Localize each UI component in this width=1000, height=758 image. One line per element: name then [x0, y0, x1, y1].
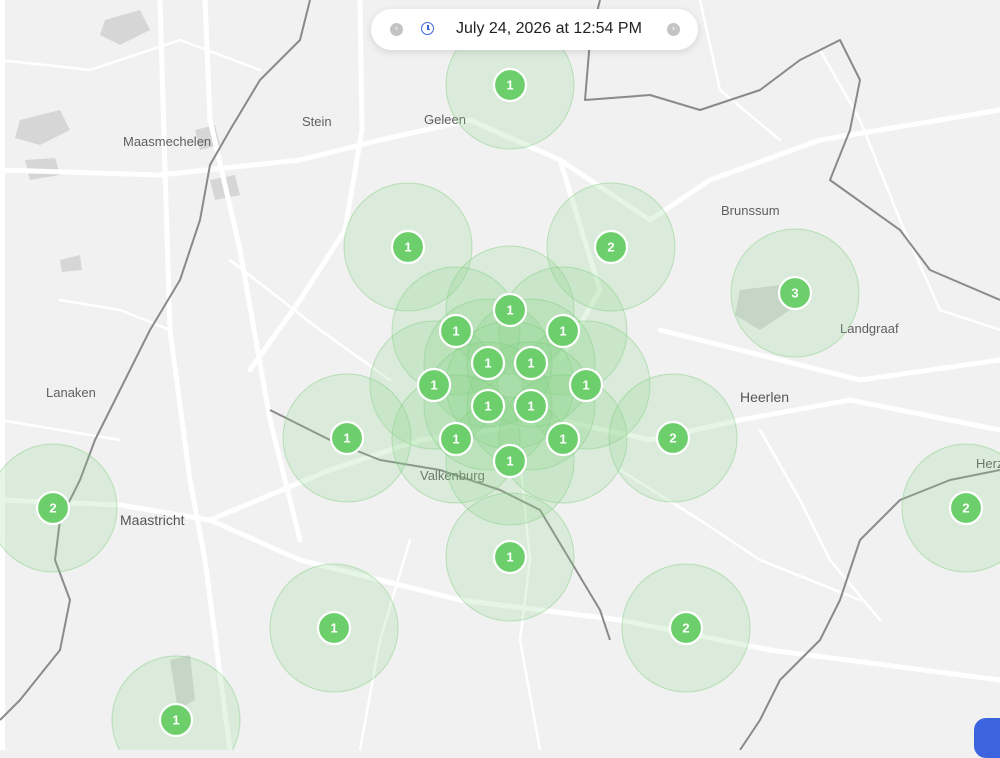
cluster-marker[interactable]: 1	[470, 388, 506, 424]
cluster-marker[interactable]: 1	[492, 292, 528, 328]
place-label-brunssum: Brunssum	[721, 203, 780, 218]
svg-text:1: 1	[582, 378, 589, 393]
place-label-maasmechelen: Maasmechelen	[123, 134, 211, 149]
place-label-heerlen: Heerlen	[740, 389, 789, 405]
cluster-marker[interactable]: 1	[316, 610, 352, 646]
svg-text:1: 1	[452, 324, 459, 339]
clock-icon[interactable]	[421, 22, 434, 35]
svg-text:2: 2	[682, 621, 689, 636]
cluster-marker[interactable]: 1	[470, 345, 506, 381]
cluster-marker[interactable]: 1	[492, 539, 528, 575]
datetime-label: July 24, 2026 at 12:54 PM	[456, 20, 642, 37]
cluster-marker[interactable]: 2	[35, 490, 71, 526]
svg-text:3: 3	[791, 286, 798, 301]
svg-text:1: 1	[430, 378, 437, 393]
svg-text:1: 1	[172, 713, 179, 728]
cluster-marker[interactable]: 2	[655, 420, 691, 456]
svg-text:1: 1	[506, 550, 513, 565]
cluster-marker[interactable]: 1	[438, 421, 474, 457]
cluster-marker[interactable]: 1	[390, 229, 426, 265]
svg-text:1: 1	[484, 356, 491, 371]
cluster-marker[interactable]: 1	[513, 388, 549, 424]
cluster-marker[interactable]: 1	[492, 443, 528, 479]
chevron-right-icon[interactable]: ›	[667, 23, 680, 36]
cluster-marker[interactable]: 1	[158, 702, 194, 738]
svg-text:2: 2	[669, 431, 676, 446]
svg-text:1: 1	[527, 399, 534, 414]
svg-text:1: 1	[506, 454, 513, 469]
svg-text:2: 2	[962, 501, 969, 516]
cluster-marker[interactable]: 1	[513, 345, 549, 381]
svg-text:1: 1	[343, 431, 350, 446]
place-label-stein: Stein	[302, 114, 332, 129]
cluster-marker[interactable]: 1	[329, 420, 365, 456]
svg-text:1: 1	[404, 240, 411, 255]
svg-text:2: 2	[607, 240, 614, 255]
svg-text:1: 1	[506, 78, 513, 93]
cluster-marker[interactable]: 2	[668, 610, 704, 646]
cluster-marker[interactable]: 1	[438, 313, 474, 349]
place-label-lanaken: Lanaken	[46, 385, 96, 400]
cluster-marker[interactable]: 2	[593, 229, 629, 265]
svg-text:2: 2	[49, 501, 56, 516]
svg-text:1: 1	[559, 432, 566, 447]
svg-text:1: 1	[506, 303, 513, 318]
svg-text:1: 1	[484, 399, 491, 414]
svg-text:1: 1	[452, 432, 459, 447]
chevron-left-icon[interactable]: ‹	[390, 23, 403, 36]
chat-widget-button[interactable]	[974, 718, 1000, 758]
cluster-marker[interactable]: 1	[545, 313, 581, 349]
cluster-marker[interactable]: 1	[416, 367, 452, 403]
cluster-marker[interactable]: 3	[777, 275, 813, 311]
svg-text:1: 1	[559, 324, 566, 339]
svg-text:1: 1	[330, 621, 337, 636]
svg-text:1: 1	[527, 356, 534, 371]
cluster-marker[interactable]: 1	[568, 367, 604, 403]
cluster-marker[interactable]: 1	[492, 67, 528, 103]
time-navigation-bar: ‹ July 24, 2026 at 12:54 PM ›	[371, 9, 698, 50]
cluster-marker[interactable]: 1	[545, 421, 581, 457]
map-canvas[interactable]: Maasmechelen Stein Geleen Brunssum Landg…	[0, 0, 1000, 750]
cluster-marker[interactable]: 2	[948, 490, 984, 526]
place-label-maastricht: Maastricht	[120, 512, 185, 528]
